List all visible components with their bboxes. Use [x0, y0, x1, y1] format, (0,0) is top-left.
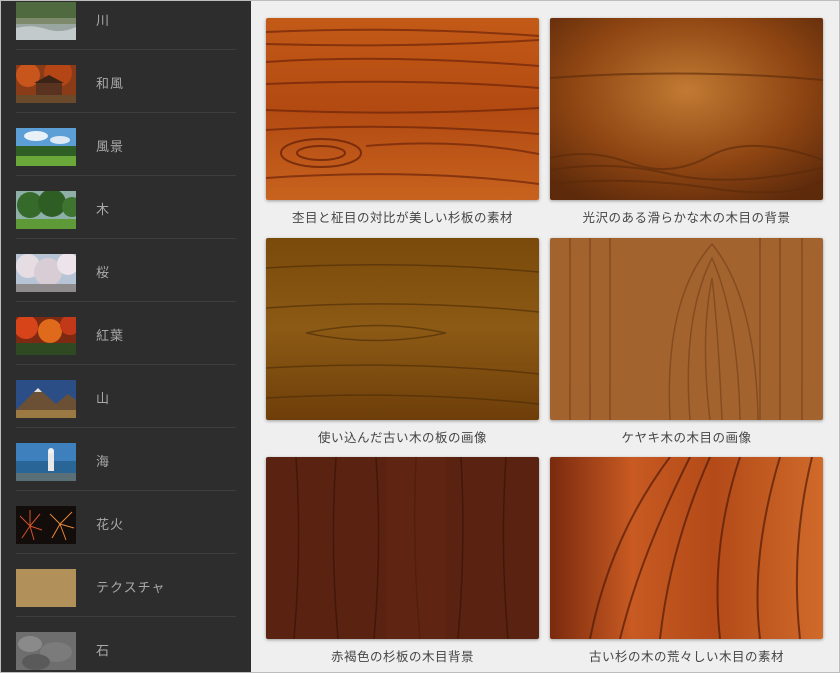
sidebar-item-cherry-blossom[interactable]: 桜	[16, 239, 236, 302]
sidebar-item-fireworks[interactable]: 花火	[16, 491, 236, 554]
sidebar-item-label: 紅葉	[96, 329, 125, 344]
category-sidebar: 川 和風 風景 木 桜 紅葉 山 海 花火 テクスチャ 石	[1, 1, 251, 672]
sidebar-item-label: 風景	[96, 140, 125, 155]
wood-texture-gallery: 杢目と柾目の対比が美しい杉板の素材 光沢のある滑らかな木の木目の背景 使い込んだ…	[251, 1, 839, 672]
sidebar-item-label: 石	[96, 644, 111, 659]
gallery-card[interactable]: ケヤキ木の木目の画像	[550, 238, 823, 446]
tree-thumbnail	[16, 191, 76, 229]
gallery-caption[interactable]: ケヤキ木の木目の画像	[550, 427, 823, 446]
gallery-image[interactable]	[550, 238, 823, 420]
sidebar-item-label: 桜	[96, 266, 111, 281]
sidebar-item-sea[interactable]: 海	[16, 428, 236, 491]
sidebar-item-tree[interactable]: 木	[16, 176, 236, 239]
texture-thumbnail	[16, 569, 76, 607]
japanese-style-thumbnail	[16, 65, 76, 103]
sidebar-item-landscape[interactable]: 風景	[16, 113, 236, 176]
mountain-thumbnail	[16, 380, 76, 418]
gallery-caption[interactable]: 使い込んだ古い木の板の画像	[266, 427, 539, 446]
autumn-leaves-thumbnail	[16, 317, 76, 355]
stone-thumbnail	[16, 632, 76, 670]
gallery-image[interactable]	[266, 238, 539, 420]
gallery-card[interactable]: 杢目と柾目の対比が美しい杉板の素材	[266, 18, 539, 226]
gallery-card[interactable]: 古い杉の木の荒々しい木目の素材	[550, 457, 823, 665]
fireworks-thumbnail	[16, 506, 76, 544]
sidebar-item-label: 和風	[96, 77, 125, 92]
sidebar-item-japanese-style[interactable]: 和風	[16, 50, 236, 113]
sidebar-item-mountain[interactable]: 山	[16, 365, 236, 428]
sidebar-item-stone[interactable]: 石	[16, 617, 236, 672]
gallery-image[interactable]	[550, 18, 823, 200]
river-thumbnail	[16, 2, 76, 40]
page-frame: 川 和風 風景 木 桜 紅葉 山 海 花火 テクスチャ 石 杢目と柾目の対比が美…	[0, 0, 840, 673]
landscape-thumbnail	[16, 128, 76, 166]
gallery-caption[interactable]: 杢目と柾目の対比が美しい杉板の素材	[266, 207, 539, 226]
sidebar-item-river[interactable]: 川	[16, 1, 236, 50]
gallery-card[interactable]: 光沢のある滑らかな木の木目の背景	[550, 18, 823, 226]
sidebar-item-label: 川	[96, 14, 111, 29]
sidebar-item-label: 花火	[96, 518, 125, 533]
gallery-caption[interactable]: 光沢のある滑らかな木の木目の背景	[550, 207, 823, 226]
sea-thumbnail	[16, 443, 76, 481]
sidebar-item-autumn-leaves[interactable]: 紅葉	[16, 302, 236, 365]
gallery-image[interactable]	[266, 18, 539, 200]
gallery-image[interactable]	[266, 457, 539, 639]
gallery-caption[interactable]: 古い杉の木の荒々しい木目の素材	[550, 646, 823, 665]
cherry-blossom-thumbnail	[16, 254, 76, 292]
gallery-card[interactable]: 赤褐色の杉板の木目背景	[266, 457, 539, 665]
gallery-image[interactable]	[550, 457, 823, 639]
category-list: 川 和風 風景 木 桜 紅葉 山 海 花火 テクスチャ 石	[1, 1, 251, 672]
sidebar-item-texture[interactable]: テクスチャ	[16, 554, 236, 617]
sidebar-item-label: 木	[96, 203, 111, 218]
gallery-caption[interactable]: 赤褐色の杉板の木目背景	[266, 646, 539, 665]
gallery-card[interactable]: 使い込んだ古い木の板の画像	[266, 238, 539, 446]
sidebar-item-label: 海	[96, 455, 111, 470]
sidebar-item-label: テクスチャ	[96, 581, 166, 596]
sidebar-item-label: 山	[96, 392, 111, 407]
